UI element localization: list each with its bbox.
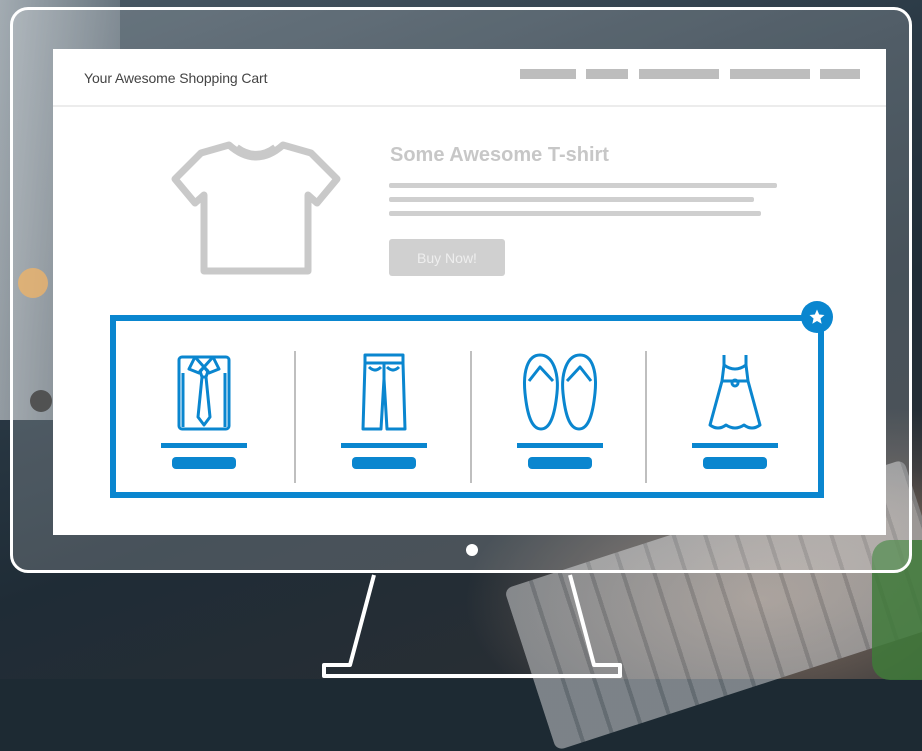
monitor-stand (322, 574, 622, 678)
nav-link-2[interactable] (586, 69, 628, 79)
recommendation-name-line (161, 443, 247, 448)
product-description-line (389, 197, 754, 202)
star-icon (801, 301, 833, 333)
nav-link-5[interactable] (820, 69, 860, 79)
site-title[interactable]: Your Awesome Shopping Cart (84, 70, 268, 86)
recommendation-item-flip-flops[interactable] (472, 321, 648, 492)
shirt-and-tie-icon (177, 355, 231, 431)
recommendations-panel (110, 315, 824, 498)
recommendation-item-shirt[interactable] (116, 321, 292, 492)
nav-link-4[interactable] (730, 69, 810, 79)
dress-icon (708, 355, 762, 430)
monitor-indicator (466, 544, 478, 556)
recommendation-price-pill (172, 457, 236, 469)
nav-link-1[interactable] (520, 69, 576, 79)
website-screen: Your Awesome Shopping Cart Some Awesome … (53, 49, 886, 535)
site-header: Your Awesome Shopping Cart (53, 49, 886, 107)
t-shirt-icon (171, 141, 341, 275)
recommendation-price-pill (703, 457, 767, 469)
flip-flops-icon (523, 353, 597, 431)
buy-now-button[interactable]: Buy Now! (389, 239, 505, 276)
recommendation-name-line (692, 443, 778, 448)
product-description-line (389, 211, 761, 216)
recommendation-price-pill (352, 457, 416, 469)
pants-icon (361, 353, 407, 431)
recommendation-item-dress[interactable] (647, 321, 823, 492)
recommendation-item-pants[interactable] (296, 321, 472, 492)
product-description-line (389, 183, 777, 188)
product-title: Some Awesome T-shirt (390, 144, 609, 166)
recommendation-name-line (517, 443, 603, 448)
nav-link-3[interactable] (639, 69, 719, 79)
recommendation-name-line (341, 443, 427, 448)
star-glyph (809, 309, 825, 324)
recommendation-price-pill (528, 457, 592, 469)
